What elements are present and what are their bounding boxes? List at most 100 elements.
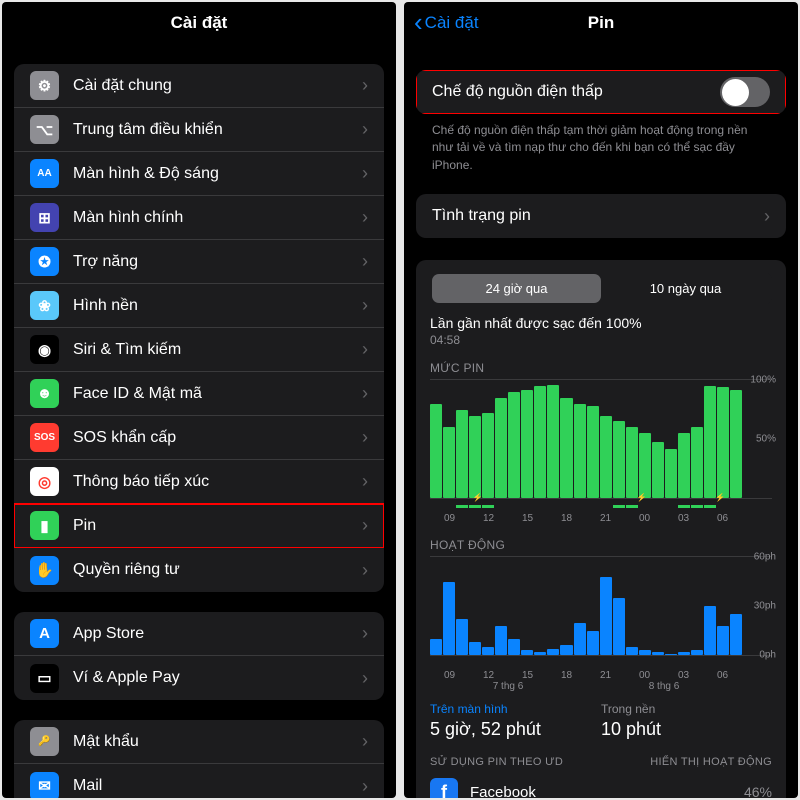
battery-level-chart: 100% 50% ⚡⚡⚡ bbox=[430, 379, 772, 499]
settings-label: Face ID & Mật mã bbox=[73, 385, 362, 403]
settings-label: Mail bbox=[73, 777, 362, 795]
settings-label: Hình nền bbox=[73, 297, 362, 315]
app-usage-row[interactable]: f Facebook 46% bbox=[430, 772, 772, 798]
chevron-right-icon: › bbox=[362, 731, 368, 752]
chevron-right-icon: › bbox=[764, 206, 770, 227]
chevron-right-icon: › bbox=[362, 163, 368, 184]
settings-icon: SOS bbox=[30, 423, 59, 452]
settings-icon: AA bbox=[30, 159, 59, 188]
settings-icon: ✋ bbox=[30, 556, 59, 585]
settings-icon: ⚙ bbox=[30, 71, 59, 100]
usage-summary: Trên màn hình 5 giờ, 52 phút Trong nền 1… bbox=[430, 692, 772, 750]
settings-label: Cài đặt chung bbox=[73, 77, 362, 95]
activity-xaxis: 0912151821000306 bbox=[430, 670, 772, 681]
settings-icon: ☻ bbox=[30, 379, 59, 408]
app-name: Facebook bbox=[470, 784, 744, 798]
activity-chart: 60ph 30ph 0ph bbox=[430, 556, 772, 656]
settings-label: App Store bbox=[73, 625, 362, 643]
settings-label: Mật khẩu bbox=[73, 733, 362, 751]
settings-row-quy-n-ri-ng-t-[interactable]: ✋Quyền riêng tư› bbox=[14, 548, 384, 592]
settings-row-mail[interactable]: ✉ Mail› bbox=[14, 764, 384, 798]
settings-label: Ví & Apple Pay bbox=[73, 669, 362, 687]
battery-health-row[interactable]: Tình trạng pin › bbox=[416, 194, 786, 238]
settings-screen: Cài đặt ⚙Cài đặt chung›⌥Trung tâm điều k… bbox=[2, 2, 396, 798]
last-charge-time: 04:58 bbox=[430, 333, 772, 347]
settings-label: Pin bbox=[73, 517, 362, 535]
chevron-right-icon: › bbox=[362, 295, 368, 316]
settings-row-trung-t-m-i-u-khi-n[interactable]: ⌥ Trung tâm điều khiển› bbox=[14, 108, 384, 152]
background-label: Trong nền bbox=[601, 702, 772, 716]
chevron-right-icon: › bbox=[362, 339, 368, 360]
settings-icon: A bbox=[30, 619, 59, 648]
settings-icon: ✉ bbox=[30, 772, 59, 799]
settings-row-pin[interactable]: ▮ Pin› bbox=[14, 504, 384, 548]
settings-row-face-id-m-t-m-[interactable]: ☻ Face ID & Mật mã› bbox=[14, 372, 384, 416]
chevron-right-icon: › bbox=[362, 251, 368, 272]
low-power-toggle[interactable] bbox=[720, 77, 770, 107]
settings-row-m-t-kh-u[interactable]: 🔑 Mật khẩu› bbox=[14, 720, 384, 764]
battery-health-label: Tình trạng pin bbox=[432, 207, 764, 225]
settings-icon: ◉ bbox=[30, 335, 59, 364]
time-range-segment[interactable]: 24 giờ qua 10 ngày qua bbox=[430, 272, 772, 305]
seg-24h[interactable]: 24 giờ qua bbox=[432, 274, 601, 303]
settings-label: Quyền riêng tư bbox=[73, 561, 362, 579]
low-power-label: Chế độ nguồn điện thấp bbox=[432, 83, 720, 101]
back-button[interactable]: Cài đặt bbox=[414, 13, 479, 33]
show-activity-label[interactable]: HIỂN THỊ HOẠT ĐỘNG bbox=[650, 756, 772, 768]
settings-row-tr-n-ng[interactable]: ✪Trợ năng› bbox=[14, 240, 384, 284]
low-power-footer: Chế độ nguồn điện thấp tạm thời giảm hoạ… bbox=[416, 114, 786, 174]
seg-10d[interactable]: 10 ngày qua bbox=[601, 274, 770, 303]
low-power-mode-row[interactable]: Chế độ nguồn điện thấp bbox=[416, 70, 786, 114]
on-screen-value: 5 giờ, 52 phút bbox=[430, 719, 601, 740]
settings-icon: ▮ bbox=[30, 511, 59, 540]
last-charge-label: Lần gần nhất được sạc đến 100% bbox=[430, 315, 772, 331]
chevron-right-icon: › bbox=[362, 207, 368, 228]
date-axis: 7 thg 68 thg 6 bbox=[430, 681, 772, 692]
chevron-right-icon: › bbox=[362, 471, 368, 492]
settings-row-h-nh-n-n[interactable]: ❀ Hình nền› bbox=[14, 284, 384, 328]
settings-label: Màn hình chính bbox=[73, 209, 362, 227]
settings-label: SOS khẩn cấp bbox=[73, 429, 362, 447]
settings-row-th-ng-b-o-ti-p-x-c[interactable]: ◎ Thông báo tiếp xúc› bbox=[14, 460, 384, 504]
settings-row-sos-kh-n-c-p[interactable]: SOS SOS khẩn cấp› bbox=[14, 416, 384, 460]
settings-row-m-n-h-nh-s-ng[interactable]: AA Màn hình & Độ sáng› bbox=[14, 152, 384, 196]
nav-bar: Cài đặt bbox=[2, 2, 396, 44]
level-chart-title: MỨC PIN bbox=[430, 361, 772, 375]
settings-icon: 🔑 bbox=[30, 727, 59, 756]
settings-label: Trung tâm điều khiển bbox=[73, 121, 362, 139]
background-value: 10 phút bbox=[601, 719, 772, 740]
settings-row-m-n-h-nh-ch-nh[interactable]: ⊞ Màn hình chính› bbox=[14, 196, 384, 240]
settings-row-c-i-t-chung[interactable]: ⚙ Cài đặt chung› bbox=[14, 64, 384, 108]
chevron-right-icon: › bbox=[362, 776, 368, 797]
settings-row-v-apple-pay[interactable]: ▭ Ví & Apple Pay› bbox=[14, 656, 384, 700]
chevron-right-icon: › bbox=[362, 75, 368, 96]
page-title: Cài đặt bbox=[171, 13, 228, 33]
settings-icon: ◎ bbox=[30, 467, 59, 496]
settings-label: Thông báo tiếp xúc bbox=[73, 473, 362, 491]
chevron-right-icon: › bbox=[362, 668, 368, 689]
chevron-right-icon: › bbox=[362, 515, 368, 536]
settings-icon: ▭ bbox=[30, 664, 59, 693]
settings-icon: ❀ bbox=[30, 291, 59, 320]
settings-row-app-store[interactable]: A App Store› bbox=[14, 612, 384, 656]
battery-content[interactable]: Chế độ nguồn điện thấp Chế độ nguồn điện… bbox=[404, 44, 798, 798]
facebook-icon: f bbox=[430, 778, 458, 798]
chevron-right-icon: › bbox=[362, 119, 368, 140]
settings-icon: ⌥ bbox=[30, 115, 59, 144]
settings-row-siri-t-m-ki-m[interactable]: ◉ Siri & Tìm kiếm› bbox=[14, 328, 384, 372]
settings-list[interactable]: ⚙Cài đặt chung›⌥Trung tâm điều khiển›AAM… bbox=[2, 44, 396, 798]
page-title: Pin bbox=[588, 13, 614, 33]
nav-bar: Cài đặt Pin bbox=[404, 2, 798, 44]
settings-label: Siri & Tìm kiếm bbox=[73, 341, 362, 359]
chevron-right-icon: › bbox=[362, 383, 368, 404]
settings-icon: ⊞ bbox=[30, 203, 59, 232]
chevron-right-icon: › bbox=[362, 623, 368, 644]
by-app-header: SỬ DỤNG PIN THEO ƯD HIỂN THỊ HOẠT ĐỘNG bbox=[430, 750, 772, 772]
settings-icon: ✪ bbox=[30, 247, 59, 276]
battery-screen: Cài đặt Pin Chế độ nguồn điện thấp Chế đ… bbox=[404, 2, 798, 798]
level-xaxis: 0912151821000306 bbox=[430, 513, 772, 524]
settings-label: Màn hình & Độ sáng bbox=[73, 165, 362, 183]
on-screen-label: Trên màn hình bbox=[430, 702, 601, 716]
by-app-label: SỬ DỤNG PIN THEO ƯD bbox=[430, 756, 563, 768]
chevron-right-icon: › bbox=[362, 427, 368, 448]
